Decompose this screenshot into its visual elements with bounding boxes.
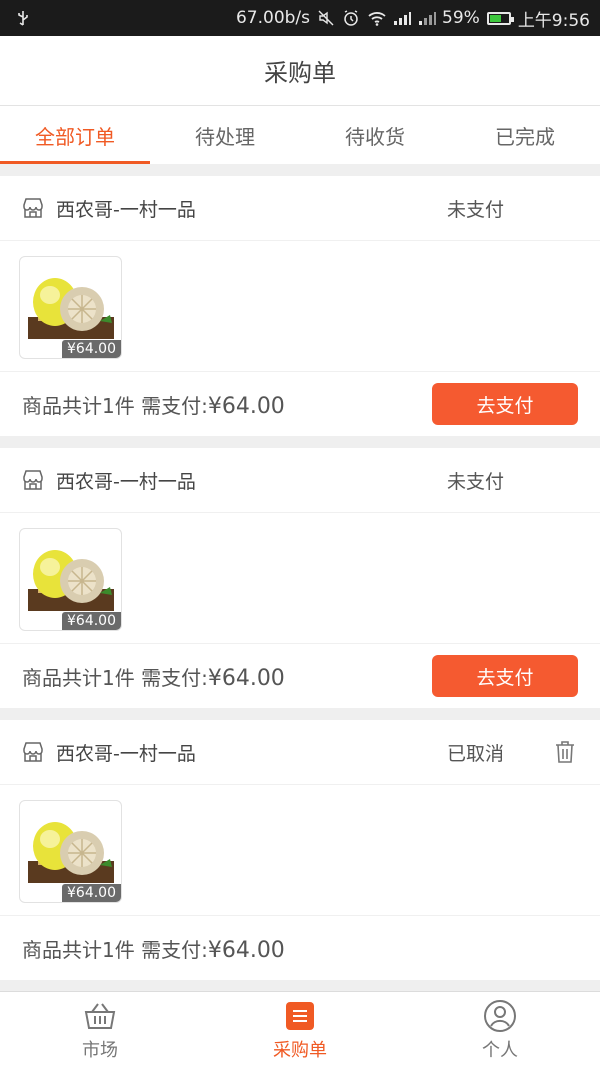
page-header: 采购单: [0, 36, 600, 106]
nav-label: 市场: [82, 1039, 118, 1061]
mute-icon: [317, 9, 335, 27]
product-image[interactable]: ¥64.00: [19, 256, 122, 359]
clock: 上午9:56: [517, 10, 590, 31]
order-header: 西农哥-一村一品 未支付: [0, 448, 600, 513]
price-tag: ¥64.00: [62, 884, 121, 902]
order-items: ¥64.00: [0, 785, 600, 916]
summary-amount: ¥64.00: [207, 937, 285, 963]
signal-icon-2: [417, 9, 437, 27]
nav-label: 个人: [482, 1039, 518, 1061]
summary-amount: ¥64.00: [207, 665, 285, 691]
order-summary: 商品共计1件 需支付:¥64.00: [22, 934, 285, 963]
order-footer: 商品共计1件 需支付:¥64.00: [0, 916, 600, 980]
tab-completed[interactable]: 已完成: [450, 106, 600, 164]
page-title: 采购单: [264, 59, 336, 87]
shop-icon: [22, 741, 44, 763]
wifi-icon: [367, 9, 386, 27]
price-tag: ¥64.00: [62, 340, 121, 358]
nav-item-purchase-orders[interactable]: 采购单: [200, 992, 400, 1068]
order-tabs: 全部订单 待处理 待收货 已完成: [0, 106, 600, 164]
product-image[interactable]: ¥64.00: [19, 800, 122, 903]
nav-item-profile[interactable]: 个人: [400, 992, 600, 1068]
order-items: ¥64.00: [0, 241, 600, 372]
summary-label: 商品共计1件 需支付:: [22, 937, 208, 962]
person-icon: [483, 999, 517, 1033]
summary-label: 商品共计1件 需支付:: [22, 393, 208, 418]
summary-amount: ¥64.00: [207, 393, 285, 419]
order-items: ¥64.00: [0, 513, 600, 644]
alarm-icon: [342, 9, 360, 27]
order-summary: 商品共计1件 需支付:¥64.00: [22, 390, 285, 419]
pay-button[interactable]: 去支付: [432, 655, 578, 697]
order-status: 已取消: [447, 742, 505, 765]
order-footer: 商品共计1件 需支付:¥64.00 去支付: [0, 644, 600, 708]
signal-icon: [392, 9, 412, 27]
status-bar: 67.00b/s 59% 上午9:56: [0, 0, 600, 36]
nav-item-market[interactable]: 市场: [0, 992, 200, 1068]
order-footer: 商品共计1件 需支付:¥64.00 去支付: [0, 372, 600, 436]
order-card[interactable]: 西农哥-一村一品 已取消 ¥64.00 商品共计1件 需支付:¥64.00: [0, 720, 600, 980]
order-summary: 商品共计1件 需支付:¥64.00: [22, 662, 285, 691]
network-speed: 67.00b/s: [235, 8, 311, 28]
order-card[interactable]: 西农哥-一村一品 未支付 ¥64.00 商品共计1件 需支付:¥64.00 去支…: [0, 176, 600, 436]
tab-awaiting-receipt[interactable]: 待收货: [300, 106, 450, 164]
trash-icon[interactable]: [554, 740, 576, 764]
tab-label: 全部订单: [35, 124, 115, 149]
bottom-nav: 市场 采购单 个人: [0, 991, 600, 1068]
list-icon: [283, 999, 317, 1033]
basket-icon: [83, 999, 117, 1033]
price-tag: ¥64.00: [62, 612, 121, 630]
shop-icon: [22, 197, 44, 219]
tab-pending[interactable]: 待处理: [150, 106, 300, 164]
usb-icon: [14, 9, 32, 27]
order-card[interactable]: 西农哥-一村一品 未支付 ¥64.00 商品共计1件 需支付:¥64.00 去支…: [0, 448, 600, 708]
order-status: 未支付: [447, 198, 505, 221]
product-image[interactable]: ¥64.00: [19, 528, 122, 631]
pay-button[interactable]: 去支付: [432, 383, 578, 425]
summary-label: 商品共计1件 需支付:: [22, 665, 208, 690]
order-header: 西农哥-一村一品 未支付: [0, 176, 600, 241]
shop-icon: [22, 469, 44, 491]
order-header: 西农哥-一村一品 已取消: [0, 720, 600, 785]
tab-label: 待收货: [345, 124, 405, 149]
tab-all-orders[interactable]: 全部订单: [0, 106, 150, 164]
order-status: 未支付: [447, 470, 505, 493]
battery-icon: [486, 11, 514, 25]
battery-percent: 59%: [442, 8, 480, 28]
nav-label: 采购单: [273, 1039, 327, 1061]
tab-label: 已完成: [495, 124, 555, 149]
tab-label: 待处理: [195, 124, 255, 149]
